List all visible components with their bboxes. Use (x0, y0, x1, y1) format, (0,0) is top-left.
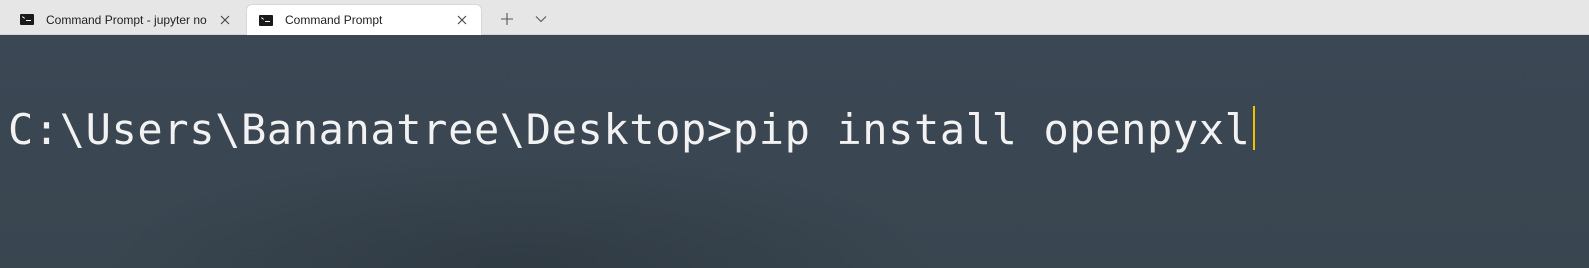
new-tab-button[interactable] (494, 6, 520, 32)
command-text: pip install openpyxl (732, 105, 1251, 154)
tab-dropdown-button[interactable] (528, 6, 554, 32)
chevron-down-icon (535, 16, 547, 23)
command-prompt-icon (20, 14, 34, 25)
prompt-path: C:\Users\Bananatree\Desktop> (8, 105, 733, 154)
command-prompt-icon (259, 14, 273, 26)
tab-title: Command Prompt (285, 13, 383, 27)
tab-bar: Command Prompt - jupyter no Command Prom… (0, 0, 1589, 35)
text-cursor (1252, 106, 1255, 150)
tab-command-prompt[interactable]: Command Prompt (246, 4, 482, 35)
terminal-window: Command Prompt - jupyter no Command Prom… (0, 0, 1589, 268)
tab-command-prompt-jupyter[interactable]: Command Prompt - jupyter no (8, 4, 244, 35)
tab-title: Command Prompt - jupyter no (46, 12, 207, 27)
command-line: C:\Users\Bananatree\Desktop>pip install … (8, 105, 1255, 155)
terminal-output[interactable]: C:\Users\Bananatree\Desktop>pip install … (0, 35, 1589, 268)
close-icon[interactable] (214, 9, 236, 31)
plus-icon (501, 13, 513, 25)
close-icon[interactable] (451, 9, 473, 31)
